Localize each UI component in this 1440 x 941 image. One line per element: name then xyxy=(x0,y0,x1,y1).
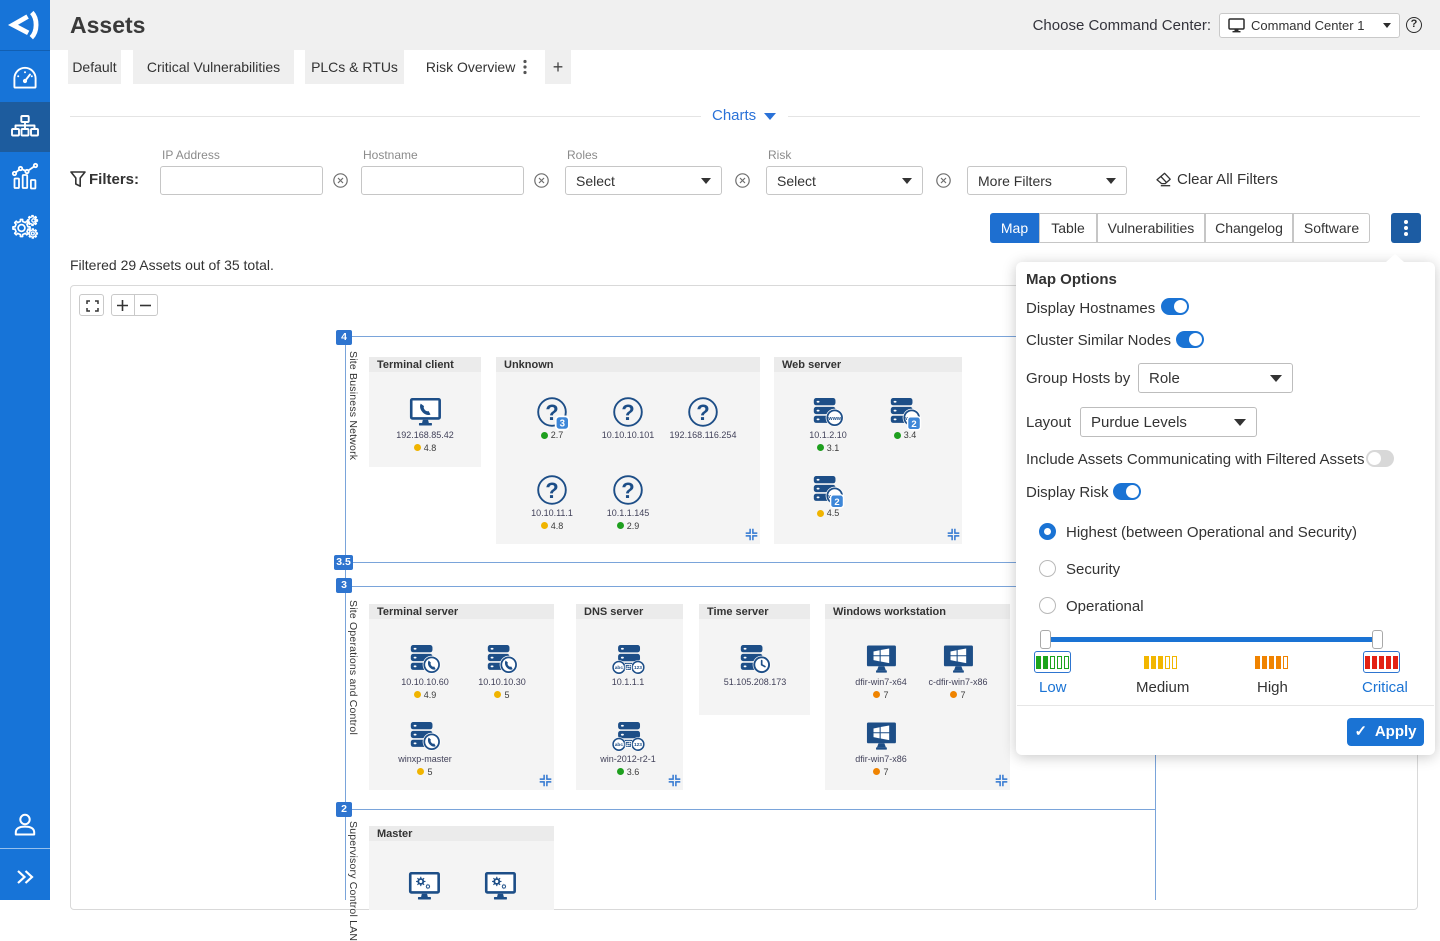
svg-text:3: 3 xyxy=(559,419,565,430)
svg-text:abc: abc xyxy=(614,665,623,671)
svg-text:?: ? xyxy=(621,400,634,425)
svg-text:123: 123 xyxy=(634,742,642,748)
svg-text:?: ? xyxy=(545,478,558,503)
svg-text:abc: abc xyxy=(614,742,623,748)
svg-text:?: ? xyxy=(621,478,634,503)
svg-text:?: ? xyxy=(696,400,709,425)
svg-text:www: www xyxy=(827,416,841,422)
svg-text:2: 2 xyxy=(834,497,839,508)
svg-text:123: 123 xyxy=(634,665,642,671)
svg-text:2: 2 xyxy=(911,419,916,430)
